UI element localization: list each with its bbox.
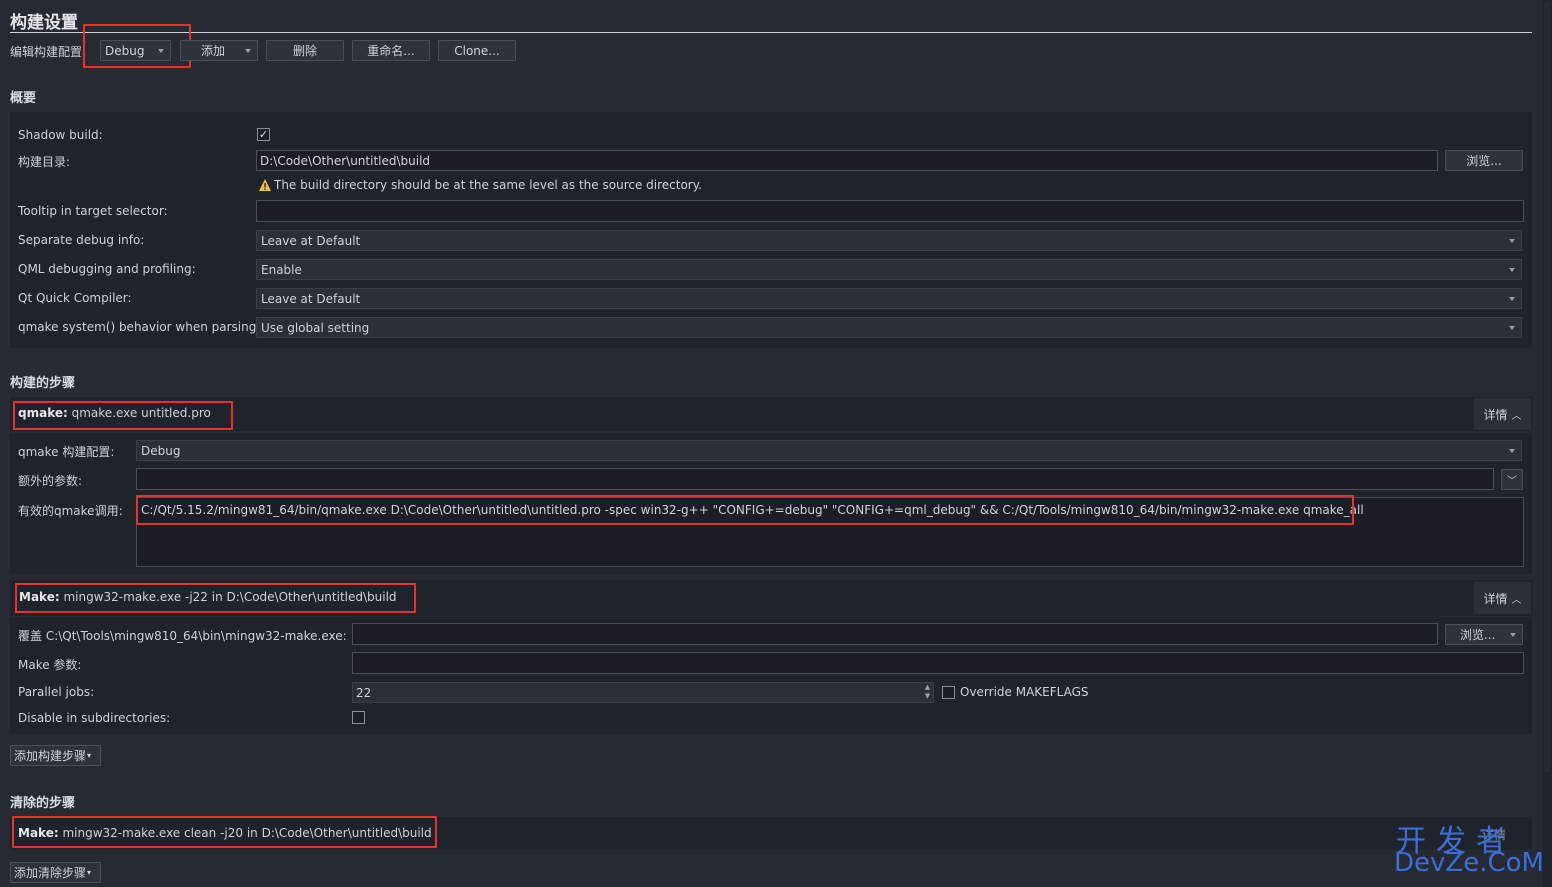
chevron-down-icon: [1509, 238, 1515, 243]
qmake-details-button[interactable]: 详情 ︿: [1474, 398, 1531, 430]
browse-build-dir-button[interactable]: 浏览...: [1445, 150, 1523, 171]
parallel-jobs-spinbox[interactable]: 22: [352, 682, 934, 703]
make-step-title: Make:: [19, 590, 60, 604]
make-step-summary: Make: mingw32-make.exe -j22 in D:\Code\O…: [19, 590, 397, 604]
qml-debug-label: QML debugging and profiling:: [18, 262, 196, 276]
chevron-down-icon: [1510, 632, 1516, 637]
qmake-system-value: Use global setting: [261, 320, 370, 335]
make-details-button[interactable]: 详情 ︿: [1474, 582, 1531, 614]
highlight-box-effective: [136, 495, 1354, 525]
qmake-system-label: qmake system() behavior when parsing:: [18, 320, 261, 334]
clean-step-summary: Make: mingw32-make.exe clean -j20 in D:\…: [18, 826, 432, 840]
build-dir-warning: The build directory should be at the sam…: [274, 178, 702, 192]
clone-config-button[interactable]: Clone...: [438, 40, 516, 61]
chevron-down-icon: ﹀: [1507, 476, 1517, 487]
qml-debug-select[interactable]: Enable: [256, 259, 1522, 280]
chevron-down-icon: [245, 48, 251, 53]
qmake-step-title: qmake:: [18, 406, 68, 420]
chevron-down-icon: ▾: [87, 751, 92, 760]
make-browse-label: 浏览...: [1460, 628, 1496, 642]
shadow-build-checkbox[interactable]: ✓: [257, 128, 270, 141]
qmake-details-label: 详情: [1483, 407, 1508, 422]
clean-step-text: mingw32-make.exe clean -j20 in D:\Code\O…: [62, 826, 432, 840]
qmake-config-label: qmake 构建配置:: [18, 445, 115, 459]
sep-debug-label: Separate debug info:: [18, 233, 145, 247]
scrollbar-thumb[interactable]: [1544, 2, 1550, 772]
qmake-step-text: qmake.exe untitled.pro: [71, 406, 211, 420]
title-divider: [10, 32, 1532, 33]
config-select-value: Debug: [105, 43, 145, 58]
qmake-step-header[interactable]: [10, 397, 1532, 431]
chevron-down-icon: ▾: [87, 868, 92, 877]
qtquick-value: Leave at Default: [261, 291, 361, 306]
make-args-input[interactable]: [352, 652, 1524, 674]
add-build-step-button[interactable]: 添加构建步骤 ▾: [10, 745, 101, 766]
extra-args-expand-button[interactable]: ﹀: [1501, 469, 1523, 490]
override-make-input[interactable]: [352, 623, 1438, 645]
chevron-down-icon: [1509, 325, 1515, 330]
make-browse-button[interactable]: 浏览...: [1445, 624, 1523, 645]
qmake-system-select[interactable]: Use global setting: [256, 317, 1522, 338]
override-makeflags-label: Override MAKEFLAGS: [960, 685, 1089, 699]
add-config-button[interactable]: 添加: [180, 40, 258, 61]
add-build-step-label: 添加构建步骤: [14, 749, 87, 763]
delete-config-button[interactable]: 删除: [266, 40, 344, 61]
add-clean-step-label: 添加清除步骤: [14, 866, 87, 880]
spin-arrows-icon[interactable]: ▲ ▼: [922, 683, 933, 702]
qmake-config-value: Debug: [141, 443, 181, 458]
chevron-down-icon: [1509, 448, 1515, 453]
tooltip-input[interactable]: [256, 200, 1524, 222]
disable-subdirs-label: Disable in subdirectories:: [18, 711, 171, 725]
config-select[interactable]: Debug: [100, 40, 171, 61]
build-dir-label: 构建目录:: [18, 155, 71, 169]
make-args-label: Make 参数:: [18, 658, 82, 672]
parallel-jobs-value: 22: [356, 685, 372, 700]
disable-subdirs-checkbox[interactable]: [352, 711, 365, 724]
parallel-jobs-label: Parallel jobs:: [18, 685, 95, 699]
chevron-down-icon: [1509, 267, 1515, 272]
warning-icon: [258, 178, 272, 192]
clean-step-title: Make:: [18, 826, 59, 840]
chevron-up-icon: ︿: [1511, 410, 1522, 422]
make-step-text: mingw32-make.exe -j22 in D:\Code\Other\u…: [63, 590, 397, 604]
qmake-step-summary: qmake: qmake.exe untitled.pro: [18, 406, 211, 420]
clean-steps-heading: 清除的步骤: [10, 796, 76, 811]
add-clean-step-button[interactable]: 添加清除步骤 ▾: [10, 862, 101, 883]
qml-debug-value: Enable: [261, 262, 302, 277]
qtquick-label: Qt Quick Compiler:: [18, 291, 132, 305]
extra-args-input[interactable]: [136, 468, 1494, 490]
extra-args-label: 额外的参数:: [18, 474, 83, 488]
overview-heading: 概要: [10, 91, 37, 106]
chevron-up-icon: ︿: [1511, 594, 1522, 606]
tooltip-label: Tooltip in target selector:: [18, 204, 168, 218]
build-dir-input[interactable]: D:\Code\Other\untitled\build: [256, 150, 1438, 171]
effective-call-label: 有效的qmake调用:: [18, 504, 123, 518]
edit-config-label: 编辑构建配置:: [10, 45, 87, 59]
qtquick-select[interactable]: Leave at Default: [256, 288, 1522, 309]
sep-debug-select[interactable]: Leave at Default: [256, 230, 1522, 251]
override-makeflags-checkbox[interactable]: [942, 686, 955, 699]
override-make-label: 覆盖 C:\Qt\Tools\mingw810_64\bin\mingw32-m…: [18, 629, 347, 643]
qmake-config-select[interactable]: Debug: [136, 440, 1522, 461]
watermark-line2: DevZe.CoM: [1394, 848, 1544, 878]
page-title: 构建设置: [10, 13, 78, 33]
sep-debug-value: Leave at Default: [261, 233, 361, 248]
shadow-build-label: Shadow build:: [18, 128, 103, 142]
chevron-down-icon: [1509, 296, 1515, 301]
make-details-label: 详情: [1483, 591, 1508, 606]
chevron-down-icon: [158, 48, 164, 53]
add-config-label: 添加: [201, 44, 226, 58]
rename-config-button[interactable]: 重命名...: [352, 40, 430, 61]
build-steps-heading: 构建的步骤: [10, 376, 76, 391]
